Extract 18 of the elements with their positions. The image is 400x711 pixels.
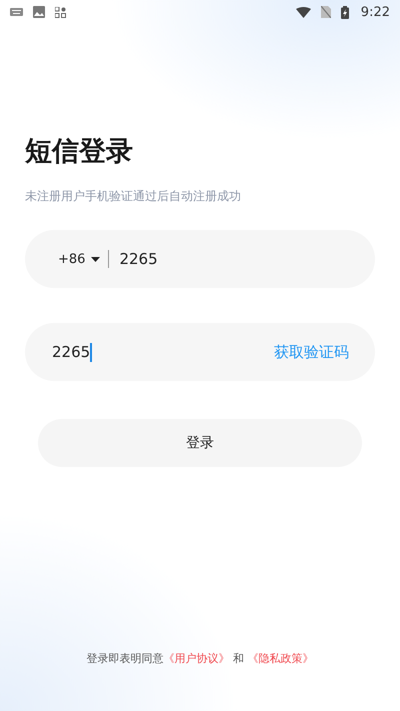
country-code-dropdown[interactable]: +86 — [58, 252, 100, 266]
page-title: 短信登录 — [25, 135, 134, 169]
login-button[interactable]: 登录 — [38, 419, 362, 467]
battery-charging-icon — [340, 6, 349, 18]
subtitle-text: 未注册用户手机验证通过后自动注册成功 — [25, 188, 242, 204]
grid-icon — [55, 6, 66, 18]
no-sim-icon — [320, 6, 331, 18]
image-icon — [33, 6, 45, 18]
privacy-policy-link[interactable]: 《隐私政策》 — [248, 652, 314, 665]
text-cursor — [90, 342, 92, 362]
phone-input[interactable]: 2265 — [119, 250, 349, 268]
keyboard-icon — [10, 8, 23, 16]
agreement-text: 登录即表明同意《用户协议》 和 《隐私政策》 — [86, 651, 314, 666]
clock-time: 9:22 — [360, 4, 390, 20]
user-agreement-link[interactable]: 《用户协议》 — [164, 652, 230, 665]
wifi-icon — [296, 6, 311, 18]
code-input[interactable]: 2265 — [52, 342, 274, 362]
caret-icon — [91, 256, 100, 262]
